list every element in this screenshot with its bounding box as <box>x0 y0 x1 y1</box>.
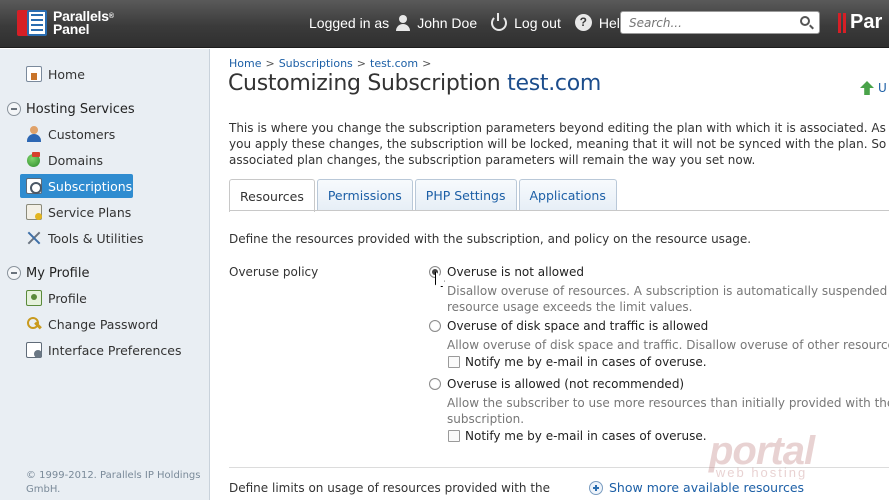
up-level-link[interactable]: U <box>860 81 887 95</box>
overuse-not-allowed-description: Disallow overuse of resources. A subscri… <box>447 284 889 314</box>
logout-icon[interactable] <box>491 12 508 31</box>
overuse-disk-traffic-allowed-radio[interactable] <box>429 320 441 332</box>
subscriptions-icon <box>26 178 42 194</box>
parallels-brand-right: Par <box>838 11 882 34</box>
overuse-allowed-label[interactable]: Overuse is allowed (not recommended) <box>447 377 684 391</box>
top-bar: Parallels® Panel Logged in as John Doe L… <box>0 0 889 48</box>
profile-icon <box>26 290 42 306</box>
breadcrumb-test-com[interactable]: test.com <box>370 57 418 70</box>
limits-description: Define limits on usage of resources prov… <box>229 481 551 495</box>
collapse-icon[interactable] <box>7 102 21 116</box>
notify-overuse-label[interactable]: Notify me by e-mail in cases of overuse. <box>465 355 707 369</box>
up-arrow-icon <box>860 81 874 95</box>
tab-applications[interactable]: Applications <box>518 179 617 211</box>
sidebar-item-domains[interactable]: Domains <box>20 148 109 172</box>
domains-icon <box>26 152 42 168</box>
search-icon[interactable] <box>800 16 810 26</box>
intro-text: This is where you change the subscriptio… <box>229 121 889 167</box>
tab-resources[interactable]: Resources <box>229 179 315 212</box>
tab-permissions[interactable]: Permissions <box>316 179 413 211</box>
help-icon[interactable]: ? <box>574 14 592 31</box>
portal-watermark: portal web hosting <box>709 429 815 480</box>
overuse-allowed-description: Allow the subscriber to use more resourc… <box>447 396 889 426</box>
main-content: Home > Subscriptions > test.com > Custom… <box>211 49 889 500</box>
expand-plus-icon <box>589 480 603 495</box>
overuse-policy-label: Overuse policy <box>229 265 319 279</box>
logout-link[interactable]: Log out <box>514 15 561 31</box>
overuse-not-allowed-label[interactable]: Overuse is not allowed <box>447 265 584 279</box>
notify-overuse-label[interactable]: Notify me by e-mail in cases of overuse. <box>465 429 707 443</box>
user-name-link[interactable]: John Doe <box>417 15 477 31</box>
breadcrumb-subscriptions[interactable]: Subscriptions <box>279 57 353 70</box>
show-more-resources-link[interactable]: Show more available resources <box>589 480 804 495</box>
sidebar-item-subscriptions[interactable]: Subscriptions <box>20 174 133 198</box>
resources-description: Define the resources provided with the s… <box>229 232 752 246</box>
sidebar-item-interface-preferences[interactable]: Interface Preferences <box>20 338 187 362</box>
overuse-disk-traffic-description: Allow overuse of disk space and traffic.… <box>447 338 889 352</box>
page-title-domain: test.com <box>507 71 601 96</box>
parallels-bars-icon <box>838 12 846 33</box>
parallels-panel-logo[interactable]: Parallels® Panel <box>17 8 114 38</box>
tab-php-settings[interactable]: PHP Settings <box>414 179 517 211</box>
sidebar: Home Hosting Services Customers Domains … <box>0 49 210 500</box>
section-hosting-services[interactable]: Hosting Services <box>7 98 135 120</box>
sidebar-item-customers[interactable]: Customers <box>20 122 121 146</box>
logged-in-as-label: Logged in as <box>309 14 390 31</box>
sidebar-item-profile[interactable]: Profile <box>20 286 93 310</box>
tab-divider <box>229 210 889 211</box>
search-box <box>620 11 820 34</box>
password-key-icon <box>26 316 42 332</box>
breadcrumb-home[interactable]: Home <box>229 57 261 70</box>
parallels-logo-icon <box>17 8 49 38</box>
sidebar-item-service-plans[interactable]: Service Plans <box>20 200 137 224</box>
service-plans-icon <box>26 204 42 220</box>
sidebar-item-home[interactable]: Home <box>20 62 91 86</box>
search-input[interactable] <box>621 12 791 33</box>
overuse-allowed-radio[interactable] <box>429 378 441 390</box>
collapse-icon[interactable] <box>7 266 21 280</box>
section-my-profile[interactable]: My Profile <box>7 262 89 284</box>
tab-bar: Resources Permissions PHP Settings Appli… <box>229 179 619 212</box>
sidebar-item-tools-utilities[interactable]: Tools & Utilities <box>20 226 150 250</box>
interface-preferences-icon <box>26 342 42 358</box>
sidebar-item-change-password[interactable]: Change Password <box>20 312 164 336</box>
copyright-text: © 1999-2012. Parallels IP Holdings GmbH. <box>26 470 201 495</box>
page-title: Customizing Subscription test.com <box>228 71 601 96</box>
notify-overuse-checkbox[interactable] <box>448 356 460 368</box>
logo-text: Parallels® Panel <box>53 8 114 37</box>
user-icon <box>395 14 411 31</box>
tools-icon <box>26 230 42 246</box>
home-icon <box>26 66 42 82</box>
overuse-disk-traffic-allowed-label[interactable]: Overuse of disk space and traffic is all… <box>447 319 708 333</box>
user-navigation: Logged in as John Doe Log out ? Help <box>309 12 628 31</box>
breadcrumb: Home > Subscriptions > test.com > <box>229 57 432 70</box>
customers-icon <box>26 126 42 142</box>
notify-overuse-checkbox[interactable] <box>448 430 460 442</box>
